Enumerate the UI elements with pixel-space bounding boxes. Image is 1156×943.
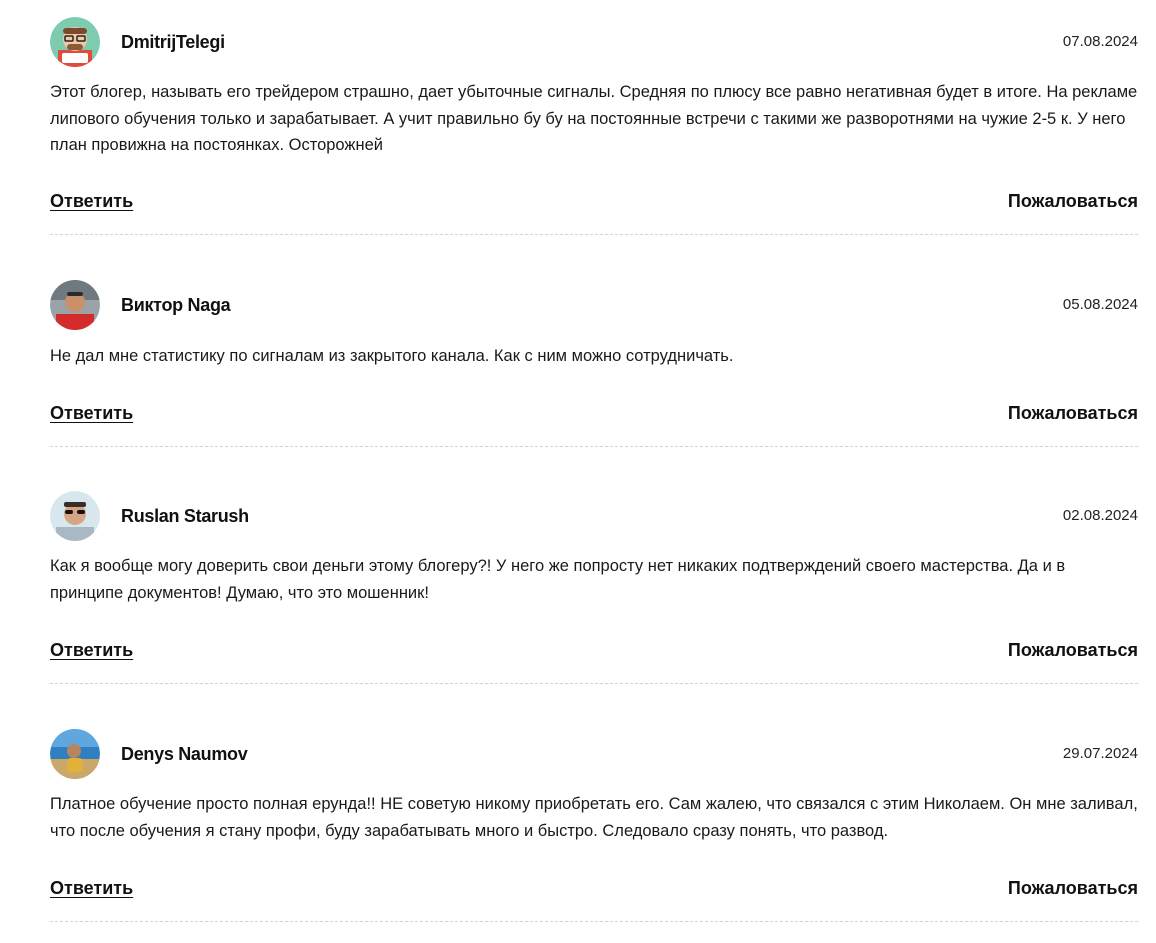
comment-date: 05.08.2024: [1062, 296, 1138, 313]
report-link[interactable]: Пожаловаться: [1008, 403, 1138, 424]
comment-date: 29.07.2024: [1062, 745, 1138, 762]
comment-author: Ruslan Starush: [121, 506, 249, 526]
comment-divider: [50, 921, 1138, 922]
comment-header: Виктор Naga 05.08.2024: [50, 280, 1138, 330]
reply-link[interactable]: Ответить: [50, 191, 133, 212]
avatar: [50, 17, 100, 67]
comment-header: Denys Naumov 29.07.2024: [50, 729, 1138, 779]
comment-text: Этот блогер, называть его трейдером стра…: [50, 83, 1138, 154]
avatar: [50, 491, 100, 541]
reply-link[interactable]: Ответить: [50, 403, 133, 424]
comment-text: Платное обучение просто полная ерунда!! …: [50, 795, 1138, 840]
comment-author: Виктор Naga: [121, 295, 231, 315]
comment-item: Denys Naumov 29.07.2024 Платное обучение…: [50, 729, 1138, 923]
comment-actions: Ответить Пожаловаться: [50, 878, 1138, 902]
comment-actions: Ответить Пожаловаться: [50, 403, 1138, 427]
comment-header: DmitrijTelegi 07.08.2024: [50, 17, 1138, 67]
comment-item: Ruslan Starush 02.08.2024 Как я вообще м…: [50, 491, 1138, 685]
comment-text: Не дал мне статистику по сигналам из зак…: [50, 347, 734, 365]
avatar: [50, 729, 100, 779]
comment-actions: Ответить Пожаловаться: [50, 640, 1138, 664]
comment-divider: [50, 234, 1138, 235]
comment-author: DmitrijTelegi: [121, 32, 225, 52]
comment-item: DmitrijTelegi 07.08.2024 Этот блогер, на…: [50, 17, 1138, 235]
report-link[interactable]: Пожаловаться: [1008, 878, 1138, 899]
comment-actions: Ответить Пожаловаться: [50, 191, 1138, 215]
avatar: [50, 280, 100, 330]
comment-divider: [50, 683, 1138, 684]
reply-link[interactable]: Ответить: [50, 640, 133, 661]
report-link[interactable]: Пожаловаться: [1008, 640, 1138, 661]
comment-date: 07.08.2024: [1062, 33, 1138, 50]
report-link[interactable]: Пожаловаться: [1008, 191, 1138, 212]
reply-link[interactable]: Ответить: [50, 878, 133, 899]
comment-divider: [50, 446, 1138, 447]
comment-date: 02.08.2024: [1062, 507, 1138, 524]
comment-text: Как я вообще могу доверить свои деньги э…: [50, 557, 1066, 602]
comment-header: Ruslan Starush 02.08.2024: [50, 491, 1138, 541]
comments-list: DmitrijTelegi 07.08.2024 Этот блогер, на…: [0, 0, 1156, 943]
comment-item: Виктор Naga 05.08.2024 Не дал мне статис…: [50, 280, 1138, 447]
comment-author: Denys Naumov: [121, 744, 248, 764]
